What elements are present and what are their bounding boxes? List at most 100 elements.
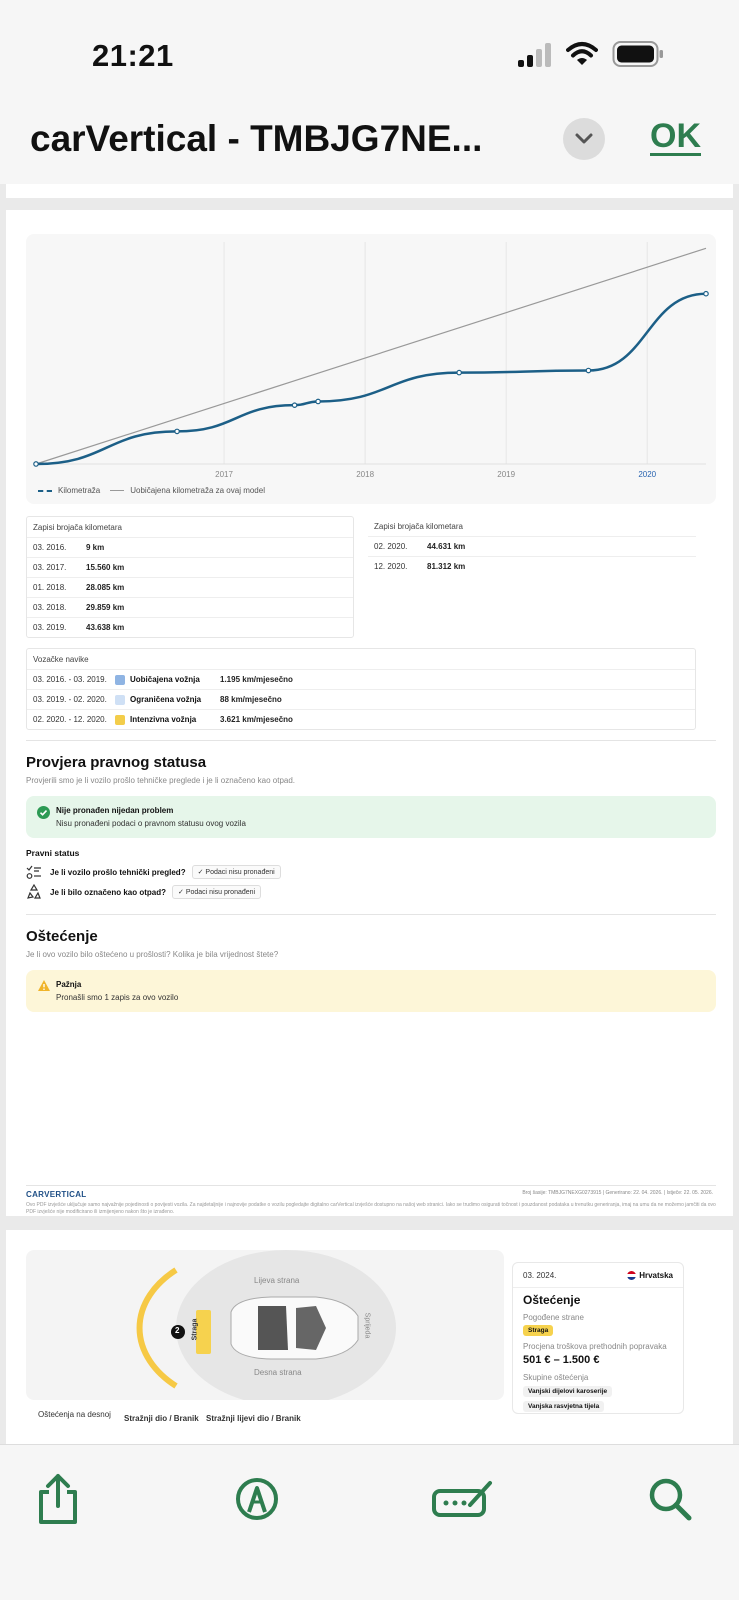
damage-group-chip: Vanjska rasvjetna tijela	[523, 1401, 605, 1412]
mileage-point	[585, 367, 592, 374]
bottom-toolbar	[0, 1444, 739, 1600]
footer-meta: Broj šasije: TMBJG7NEXG0273915 | Generir…	[522, 1190, 713, 1196]
legend-typical-swatch	[110, 490, 125, 491]
damage-warning-alert: Pažnja Pronašli smo 1 zapis za ovo vozil…	[26, 970, 716, 1012]
habit-label: Intenzivna vožnja	[130, 715, 197, 724]
row-value: 28.085 km	[86, 583, 125, 592]
status-chip: ✓ Podaci nisu pronađeni	[191, 865, 281, 879]
table-row: 12. 2020. 81.312 km	[368, 556, 696, 576]
mileage-point	[456, 369, 462, 376]
habit-label: Uobičajena vožnja	[130, 675, 200, 684]
table-row: 03. 2019. 43.638 km	[27, 617, 353, 637]
damage-group-chip: Vanjski dijelovi karoserije	[523, 1386, 613, 1397]
damage-count-badge: 2	[175, 1326, 180, 1335]
row-value: 9 km	[86, 543, 105, 552]
croatia-flag-icon	[627, 1271, 637, 1280]
alert-text: Nisu pronađeni podaci o pravnom statusu …	[56, 819, 246, 828]
battery-icon	[612, 41, 663, 67]
odometer-table-left: Zapisi brojača kilometara 03. 2016. 9 km …	[26, 516, 354, 638]
damage-record-card: 03. 2024. Hrvatska Oštećenje Pogođene st…	[512, 1262, 684, 1414]
left-side-label: Lijeva strana	[254, 1276, 300, 1285]
cost-label: Procjena troškova prethodnih popravaka	[523, 1342, 667, 1351]
chip-label: Podaci nisu pronađeni	[205, 869, 275, 876]
right-side-label: Desna strana	[254, 1368, 302, 1377]
recycle-icon	[27, 884, 41, 899]
document-title: carVertical - TMBJG7NE...	[30, 118, 483, 159]
table-row: 01. 2018. 28.085 km	[27, 577, 353, 597]
inspection-status-row: Je li vozilo prošlo tehnički pregled? ✓ …	[26, 864, 281, 880]
habits-header: Vozačke navike	[33, 655, 89, 664]
viewer-header: carVertical - TMBJG7NE... OK	[0, 100, 739, 184]
damage-card-title: Oštećenje	[523, 1293, 581, 1307]
habit-period: 03. 2019. - 02. 2020.	[33, 695, 107, 704]
row-value: 43.638 km	[86, 623, 125, 632]
x-tick-label: 2020	[638, 470, 656, 479]
x-tick-label: 2018	[356, 470, 374, 479]
damage-list-label-1: Oštećenja na desnoj	[38, 1410, 111, 1419]
legal-status-label: Pravni status	[26, 848, 80, 858]
table-row: 03. 2019. - 02. 2020. Ograničena vožnja …	[27, 689, 695, 709]
row-date: 03. 2016.	[33, 543, 67, 552]
habit-color-swatch	[115, 694, 125, 705]
wifi-icon	[566, 42, 598, 65]
country: Hrvatska	[627, 1271, 673, 1280]
row-date: 03. 2019.	[33, 623, 67, 632]
odometer-table-header: Zapisi brojača kilometara	[33, 523, 122, 532]
affected-sides-label: Pogođene strane	[523, 1313, 584, 1322]
odometer-table-right: Zapisi brojača kilometara 02. 2020. 44.63…	[368, 516, 696, 576]
x-tick-label: 2019	[497, 470, 515, 479]
row-date: 12. 2020.	[374, 562, 408, 571]
mileage-point	[291, 402, 298, 408]
habit-value: 88 km/mjesečno	[220, 695, 282, 704]
legend-mileage-swatch	[38, 489, 52, 492]
damage-list-label-2: Stražnji dio / Branik	[124, 1414, 199, 1423]
search-button[interactable]	[642, 1471, 698, 1527]
row-date: 03. 2018.	[33, 603, 67, 612]
ok-button[interactable]: OK	[650, 117, 701, 156]
chip-label: Podaci nisu pronađeni	[185, 889, 256, 896]
document-viewer[interactable]: 2017 2018 2019 2020 Kilometraža Uobičajena …	[0, 184, 739, 1444]
mileage-line	[35, 292, 707, 466]
checklist-icon	[26, 865, 41, 879]
alert-text: Pronašli smo 1 zapis za ovo vozilo	[56, 993, 179, 1002]
legend-typical-label: Uobičajena kilometraža za ovaj model	[130, 486, 265, 495]
rear-label: Straga	[191, 1318, 199, 1341]
footer-disclaimer: Ovo PDF izvješće uključuje samo najvažni…	[26, 1202, 716, 1215]
signature-button[interactable]	[430, 1471, 496, 1527]
driving-habits-table: Vozačke navike 03. 2016. - 03. 2019. Uob…	[26, 648, 696, 730]
repair-cost: 501 € – 1.500 €	[523, 1354, 600, 1366]
habit-period: 02. 2020. - 12. 2020.	[33, 715, 107, 724]
title-dropdown-button[interactable]	[563, 118, 605, 160]
signature-icon	[432, 1481, 492, 1517]
damage-groups-label: Skupine oštećenja	[523, 1373, 589, 1382]
table-row: 03. 2016. - 03. 2019. Uobičajena vožnja …	[27, 669, 695, 689]
carvertical-logo: CARVERTICAL	[26, 1190, 87, 1199]
row-value: 81.312 km	[427, 562, 466, 571]
habit-label: Ograničena vožnja	[130, 695, 202, 704]
row-date: 02. 2020.	[374, 542, 408, 551]
row-value: 15.560 km	[86, 563, 125, 572]
mileage-point	[174, 428, 180, 435]
habit-period: 03. 2016. - 03. 2019.	[33, 675, 107, 684]
damage-subtitle: Je li ovo vozilo bilo oštećeno u prošlos…	[26, 950, 279, 959]
country-name: Hrvatska	[639, 1271, 673, 1280]
habit-color-swatch	[115, 714, 125, 725]
status-bar: 21:21	[0, 0, 739, 100]
markup-button[interactable]	[229, 1471, 285, 1527]
damage-date: 03. 2024.	[523, 1271, 557, 1280]
damage-list-label-3: Stražnji lijevi dio / Branik	[206, 1414, 301, 1423]
pdf-page: 2017 2018 2019 2020 Kilometraža Uobičajena …	[6, 210, 733, 1216]
share-icon	[39, 1474, 77, 1524]
section-divider	[26, 914, 716, 915]
markup-pen-icon	[236, 1478, 278, 1520]
row-value: 44.631 km	[427, 542, 466, 551]
card-divider	[513, 1287, 683, 1288]
share-button[interactable]	[30, 1471, 86, 1527]
check-circle-icon	[37, 806, 50, 819]
front-label: Sprijeda	[363, 1312, 371, 1339]
typical-mileage-line	[35, 247, 707, 465]
x-tick-label: 2017	[215, 470, 233, 479]
warning-icon	[38, 980, 50, 991]
table-row: 03. 2017. 15.560 km	[27, 557, 353, 577]
table-row: 02. 2020. 44.631 km	[368, 536, 696, 556]
